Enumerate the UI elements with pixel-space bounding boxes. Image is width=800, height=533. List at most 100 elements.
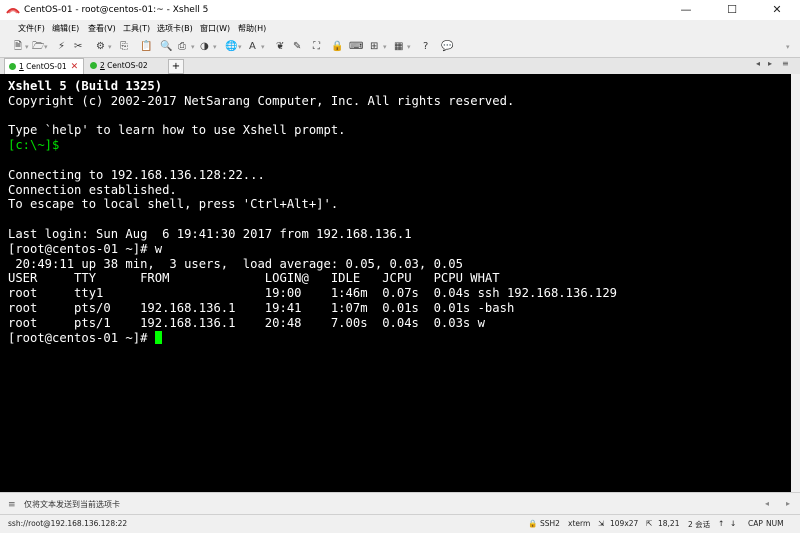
w-row: root pts/1 192.168.136.1 20:48 7.00s 0.0…	[8, 315, 485, 330]
dropdown-arrow-icon[interactable]: ▾	[261, 40, 265, 54]
tab-number: 2	[100, 61, 105, 70]
terminal-area[interactable]: Xshell 5 (Build 1325) Copyright (c) 2002…	[0, 74, 800, 492]
cursor-pos-icon: ⇱	[646, 519, 653, 528]
compose-placeholder[interactable]: 仅将文本发送到当前选项卡	[24, 499, 120, 510]
status-caps: CAP	[748, 519, 763, 528]
scroll-right-icon[interactable]: ▸	[786, 499, 790, 508]
close-tab-icon[interactable]: ✕	[71, 62, 79, 72]
menu-tools[interactable]: 工具(T)	[123, 23, 150, 34]
escape-line: To escape to local shell, press 'Ctrl+Al…	[8, 197, 339, 212]
dropdown-arrow-icon[interactable]: ▾	[108, 40, 112, 54]
keyboard-icon[interactable]: ⌨	[349, 40, 363, 54]
status-size: 109x27	[610, 519, 639, 528]
toolbar-overflow-icon[interactable]: ▾	[786, 40, 790, 54]
help-icon[interactable]: ?	[423, 40, 428, 54]
menu-help[interactable]: 帮助(H)	[238, 23, 266, 34]
local-prompt: [c:\~]$	[8, 138, 60, 153]
status-bar: ssh://root@192.168.136.128:22 🔒 SSH2 xte…	[0, 514, 800, 533]
menu-tabs[interactable]: 选项卡(B)	[157, 23, 193, 34]
terminal-output: Xshell 5 (Build 1325) Copyright (c) 2002…	[8, 79, 617, 345]
command-line: [root@centos-01 ~]# w	[8, 241, 163, 256]
tab-scroll-left-icon[interactable]: ◂	[756, 59, 760, 68]
maximize-icon: ☐	[727, 3, 737, 16]
compose-bar: ≡ 仅将文本发送到当前选项卡	[0, 492, 800, 515]
dropdown-arrow-icon[interactable]: ▾	[407, 40, 411, 54]
connecting-line: Connecting to 192.168.136.128:22...	[8, 167, 265, 182]
reconnect-icon[interactable]: ⚡	[58, 40, 65, 54]
status-protocol: SSH2	[540, 519, 560, 528]
globe-icon[interactable]: 🌐	[225, 40, 237, 54]
connected-status-icon	[90, 62, 97, 69]
compose-menu-icon[interactable]: ≡	[8, 500, 16, 510]
fullscreen-icon[interactable]: ⛶	[313, 40, 320, 54]
window-title: CentOS-01 - root@centos-01:~ - Xshell 5	[24, 5, 209, 15]
w-row: root pts/0 192.168.136.1 19:41 1:07m 0.0…	[8, 300, 515, 315]
open-folder-icon[interactable]: 🗁	[32, 40, 44, 54]
menu-window[interactable]: 窗口(W)	[200, 23, 230, 34]
properties-icon[interactable]: ⚙	[96, 40, 105, 54]
xshell-app-icon	[6, 8, 20, 14]
disconnect-icon[interactable]: ✂	[74, 40, 82, 54]
established-line: Connection established.	[8, 182, 177, 197]
tab-bar: 1 CentOS-01 ✕ 2 CentOS-02 + ◂ ▸ ≡	[0, 57, 800, 75]
find-icon[interactable]: 🔍	[160, 40, 172, 54]
dropdown-arrow-icon[interactable]: ▾	[383, 40, 387, 54]
title-bar: CentOS-01 - root@centos-01:~ - Xshell 5 …	[0, 0, 800, 20]
tab-centos-01[interactable]: 1 CentOS-01 ✕	[4, 58, 84, 75]
down-arrow-icon[interactable]: ↓	[730, 519, 736, 528]
dropdown-arrow-icon[interactable]: ▾	[25, 40, 29, 54]
w-header-line: USER TTY FROM LOGIN@ IDLE JCPU PCPU WHAT	[8, 271, 500, 286]
banner-title: Xshell 5 (Build 1325)	[8, 79, 163, 93]
toolbar: 🗎 ▾ 🗁 ▾ ⚡ ✂ ⚙ ▾ ⎘ 📋 🔍 ⎙ ▾ ◑ ▾ 🌐 ▾ A ▾ ❦ …	[0, 37, 800, 57]
new-session-icon[interactable]: 🗎	[14, 40, 22, 54]
connected-status-icon	[9, 63, 16, 70]
copy-icon[interactable]: ⎘	[120, 40, 128, 54]
dropdown-arrow-icon[interactable]: ▾	[238, 40, 242, 54]
tab-centos-02[interactable]: 2 CentOS-02	[86, 58, 164, 74]
script-icon[interactable]: ✎	[293, 40, 301, 54]
uptime-line: 20:49:11 up 38 min, 3 users, load averag…	[8, 256, 463, 271]
tab-label: CentOS-01	[26, 62, 67, 71]
tab-list-icon[interactable]: ≡	[782, 59, 789, 68]
color-scheme-icon[interactable]: ◑	[200, 40, 209, 54]
print-icon[interactable]: ⎙	[178, 40, 186, 54]
menu-view[interactable]: 查看(V)	[88, 23, 116, 34]
menu-bar: 文件(F) 编辑(E) 查看(V) 工具(T) 选项卡(B) 窗口(W) 帮助(…	[0, 20, 800, 37]
help-line: Type `help' to learn how to use Xshell p…	[8, 123, 346, 138]
add-tab-button[interactable]: +	[168, 59, 184, 74]
lock-icon[interactable]: 🔒	[331, 40, 343, 54]
status-terminal-type: xterm	[568, 519, 591, 528]
status-sessions: 2 会话	[688, 520, 711, 529]
resize-icon: ⇲	[598, 519, 605, 528]
minimize-icon: —	[680, 3, 692, 16]
minimize-button[interactable]: —	[663, 0, 709, 20]
lock-status-icon: 🔒	[528, 519, 538, 528]
up-arrow-icon[interactable]: ↑	[718, 519, 724, 528]
new-tab-icon[interactable]: ⊞	[370, 40, 378, 54]
dropdown-arrow-icon[interactable]: ▾	[213, 40, 217, 54]
maximize-button[interactable]: ☐	[709, 0, 755, 20]
status-num: NUM	[766, 519, 784, 528]
status-connection: ssh://root@192.168.136.128:22	[8, 519, 128, 528]
w-row: root tty1 19:00 1:46m 0.07s 0.04s ssh 19…	[8, 286, 618, 301]
vertical-scrollbar[interactable]	[791, 74, 800, 492]
comment-icon[interactable]: 💬	[441, 40, 453, 54]
menu-edit[interactable]: 编辑(E)	[52, 23, 79, 34]
banner-copyright: Copyright (c) 2002-2017 NetSarang Comput…	[8, 93, 515, 108]
tab-label: CentOS-02	[107, 61, 148, 70]
close-icon: ✕	[772, 3, 782, 16]
terminal-cursor	[154, 330, 162, 344]
dropdown-arrow-icon[interactable]: ▾	[191, 40, 195, 54]
dropdown-arrow-icon[interactable]: ▾	[44, 40, 48, 54]
last-login-line: Last login: Sun Aug 6 19:41:30 2017 from…	[8, 226, 412, 241]
xftp-icon[interactable]: ❦	[276, 40, 284, 54]
close-button[interactable]: ✕	[754, 0, 800, 20]
layout-icon[interactable]: ▦	[394, 40, 403, 54]
scroll-left-icon[interactable]: ◂	[765, 499, 769, 508]
font-icon[interactable]: A	[249, 40, 256, 54]
tab-number: 1	[19, 62, 24, 71]
tab-scroll-right-icon[interactable]: ▸	[768, 59, 772, 68]
paste-icon[interactable]: 📋	[140, 40, 152, 54]
menu-file[interactable]: 文件(F)	[18, 23, 45, 34]
status-cursor-pos: 18,21	[658, 519, 680, 528]
